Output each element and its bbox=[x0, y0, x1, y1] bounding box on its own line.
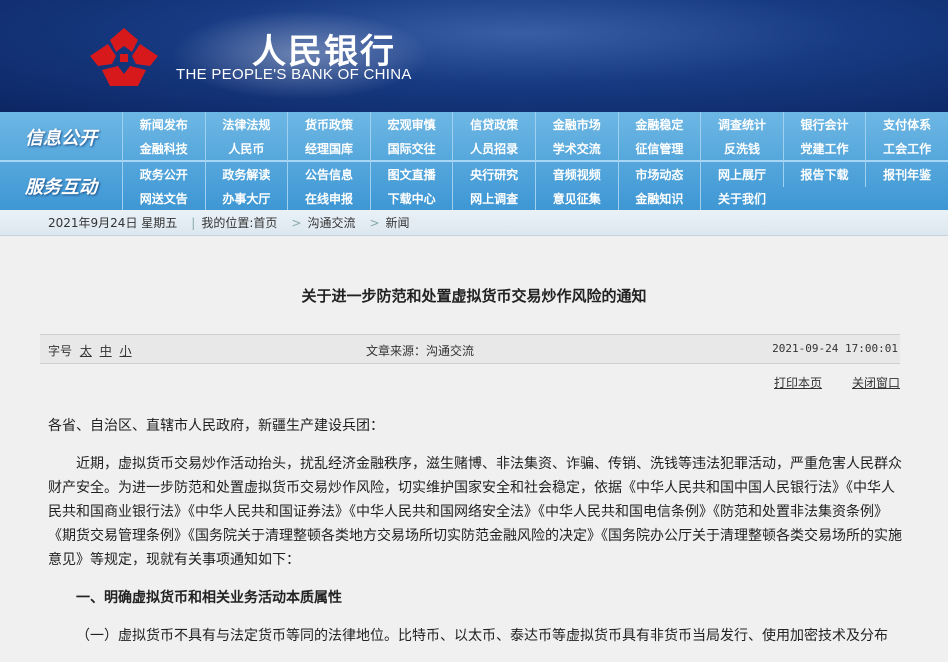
nav-row-4: 网送文告 办事大厅 在线申报 下载中心 网上调查 意见征集 金融知识 关于我们 bbox=[122, 186, 948, 211]
article-paragraph: （一）虚拟货币不具有与法定货币等同的法律地位。比特币、以太币、泰达币等虚拟货币具… bbox=[76, 628, 888, 644]
nav-item[interactable]: 新闻发布 bbox=[122, 112, 205, 137]
nav-item[interactable]: 关于我们 bbox=[700, 186, 783, 211]
breadcrumb-item-communication[interactable]: 沟通交流 bbox=[307, 214, 355, 231]
article-content: 各省、自治区、直辖市人民政府，新疆生产建设兵团： 近期，虚拟货币交易炒作活动抬头… bbox=[48, 414, 904, 662]
nav-item[interactable]: 网送文告 bbox=[122, 186, 205, 211]
breadcrumb-item-home[interactable]: 首页 bbox=[253, 214, 277, 231]
current-date: 2021年9月24日 星期五 bbox=[48, 216, 178, 230]
nav-item[interactable]: 银行会计 bbox=[782, 112, 866, 137]
main-navigation: 信息公开 服务互动 新闻发布 法律法规 货币政策 宏观审慎 信贷政策 金融市场 … bbox=[0, 112, 948, 211]
nav-item[interactable]: 国际交往 bbox=[369, 136, 453, 161]
article-title: 关于进一步防范和处置虚拟货币交易炒作风险的通知 bbox=[301, 287, 647, 305]
nav-item[interactable]: 工会工作 bbox=[865, 136, 948, 161]
nav-item[interactable]: 网上调查 bbox=[452, 186, 535, 211]
nav-row-3: 政务公开 政务解读 公告信息 图文直播 央行研究 音频视频 市场动态 网上展厅 … bbox=[122, 162, 948, 187]
nav-item[interactable]: 网上展厅 bbox=[700, 162, 783, 187]
article-meta-bar: 字号 太 中 小 文章来源：沟通交流 2021-09-24 17:00:01 bbox=[40, 334, 900, 364]
nav-item[interactable]: 在线申报 bbox=[287, 186, 370, 211]
nav-item[interactable]: 报刊年鉴 bbox=[865, 162, 948, 187]
nav-item[interactable]: 公告信息 bbox=[287, 162, 370, 187]
bank-english-name: THE PEOPLE'S BANK OF CHINA bbox=[176, 66, 412, 83]
article-section-heading: 一、明确虚拟货币和相关业务活动本质属性 bbox=[76, 590, 342, 606]
nav-section-service-interaction[interactable]: 服务互动 bbox=[0, 161, 122, 210]
site-header: 人民银行 THE PEOPLE'S BANK OF CHINA bbox=[0, 0, 948, 112]
nav-item[interactable]: 政务解读 bbox=[204, 162, 288, 187]
nav-item[interactable]: 货币政策 bbox=[287, 112, 370, 137]
nav-item[interactable]: 意见征集 bbox=[534, 186, 618, 211]
nav-item[interactable]: 信贷政策 bbox=[452, 112, 535, 137]
nav-item[interactable]: 宏观审慎 bbox=[369, 112, 453, 137]
nav-item[interactable]: 金融稳定 bbox=[617, 112, 701, 137]
font-size-label: 字号 bbox=[48, 344, 73, 358]
font-size-small-link[interactable]: 小 bbox=[120, 344, 132, 358]
nav-item[interactable]: 经理国库 bbox=[287, 136, 370, 161]
nav-row-2: 金融科技 人民币 经理国库 国际交往 人员招录 学术交流 征信管理 反洗钱 党建… bbox=[122, 136, 948, 161]
nav-item[interactable]: 下载中心 bbox=[369, 186, 453, 211]
nav-item[interactable]: 图文直播 bbox=[369, 162, 453, 187]
nav-item[interactable]: 调查统计 bbox=[700, 112, 783, 137]
nav-item[interactable]: 央行研究 bbox=[452, 162, 535, 187]
nav-item[interactable]: 法律法规 bbox=[204, 112, 288, 137]
nav-item[interactable]: 征信管理 bbox=[617, 136, 701, 161]
breadcrumb-location-label: 我的位置: bbox=[201, 216, 254, 230]
font-size-controls: 字号 太 中 小 bbox=[48, 342, 132, 359]
nav-item[interactable]: 报告下载 bbox=[782, 162, 866, 187]
nav-item[interactable]: 反洗钱 bbox=[700, 136, 783, 161]
nav-item[interactable]: 金融知识 bbox=[617, 186, 701, 211]
breadcrumb-separator: > bbox=[369, 215, 380, 230]
breadcrumb-item-news[interactable]: 新闻 bbox=[386, 214, 410, 231]
nav-item[interactable]: 党建工作 bbox=[782, 136, 866, 161]
breadcrumb-separator: > bbox=[291, 215, 302, 230]
nav-item[interactable]: 人民币 bbox=[204, 136, 288, 161]
article-datetime: 2021-09-24 17:00:01 bbox=[772, 342, 898, 355]
breadcrumb-separator: | bbox=[191, 215, 196, 230]
nav-item[interactable]: 金融科技 bbox=[122, 136, 205, 161]
article-paragraph: 近期，虚拟货币交易炒作活动抬头，扰乱经济金融秩序，滋生赌博、非法集资、诈骗、传销… bbox=[48, 456, 902, 568]
breadcrumb: 2021年9月24日 星期五 | 我的位置: 首页 > 沟通交流 > 新闻 bbox=[0, 210, 948, 236]
nav-item[interactable]: 人员招录 bbox=[452, 136, 535, 161]
pboc-logo-icon bbox=[90, 28, 158, 86]
nav-item[interactable]: 办事大厅 bbox=[204, 186, 288, 211]
print-page-link[interactable]: 打印本页 bbox=[774, 374, 822, 391]
nav-item[interactable]: 市场动态 bbox=[617, 162, 701, 187]
nav-item[interactable]: 政务公开 bbox=[122, 162, 205, 187]
nav-item[interactable]: 音频视频 bbox=[534, 162, 618, 187]
nav-item[interactable]: 金融市场 bbox=[534, 112, 618, 137]
nav-section-info-disclosure[interactable]: 信息公开 bbox=[0, 112, 122, 161]
nav-item[interactable]: 支付体系 bbox=[865, 112, 948, 137]
font-size-large-link[interactable]: 太 bbox=[80, 344, 92, 358]
close-window-link[interactable]: 关闭窗口 bbox=[852, 374, 900, 391]
nav-item[interactable]: 学术交流 bbox=[534, 136, 618, 161]
font-size-medium-link[interactable]: 中 bbox=[100, 344, 112, 358]
article-source: 文章来源：沟通交流 bbox=[366, 344, 475, 358]
nav-row-1: 新闻发布 法律法规 货币政策 宏观审慎 信贷政策 金融市场 金融稳定 调查统计 … bbox=[122, 112, 948, 137]
article-addressee: 各省、自治区、直辖市人民政府，新疆生产建设兵团： bbox=[48, 418, 384, 434]
